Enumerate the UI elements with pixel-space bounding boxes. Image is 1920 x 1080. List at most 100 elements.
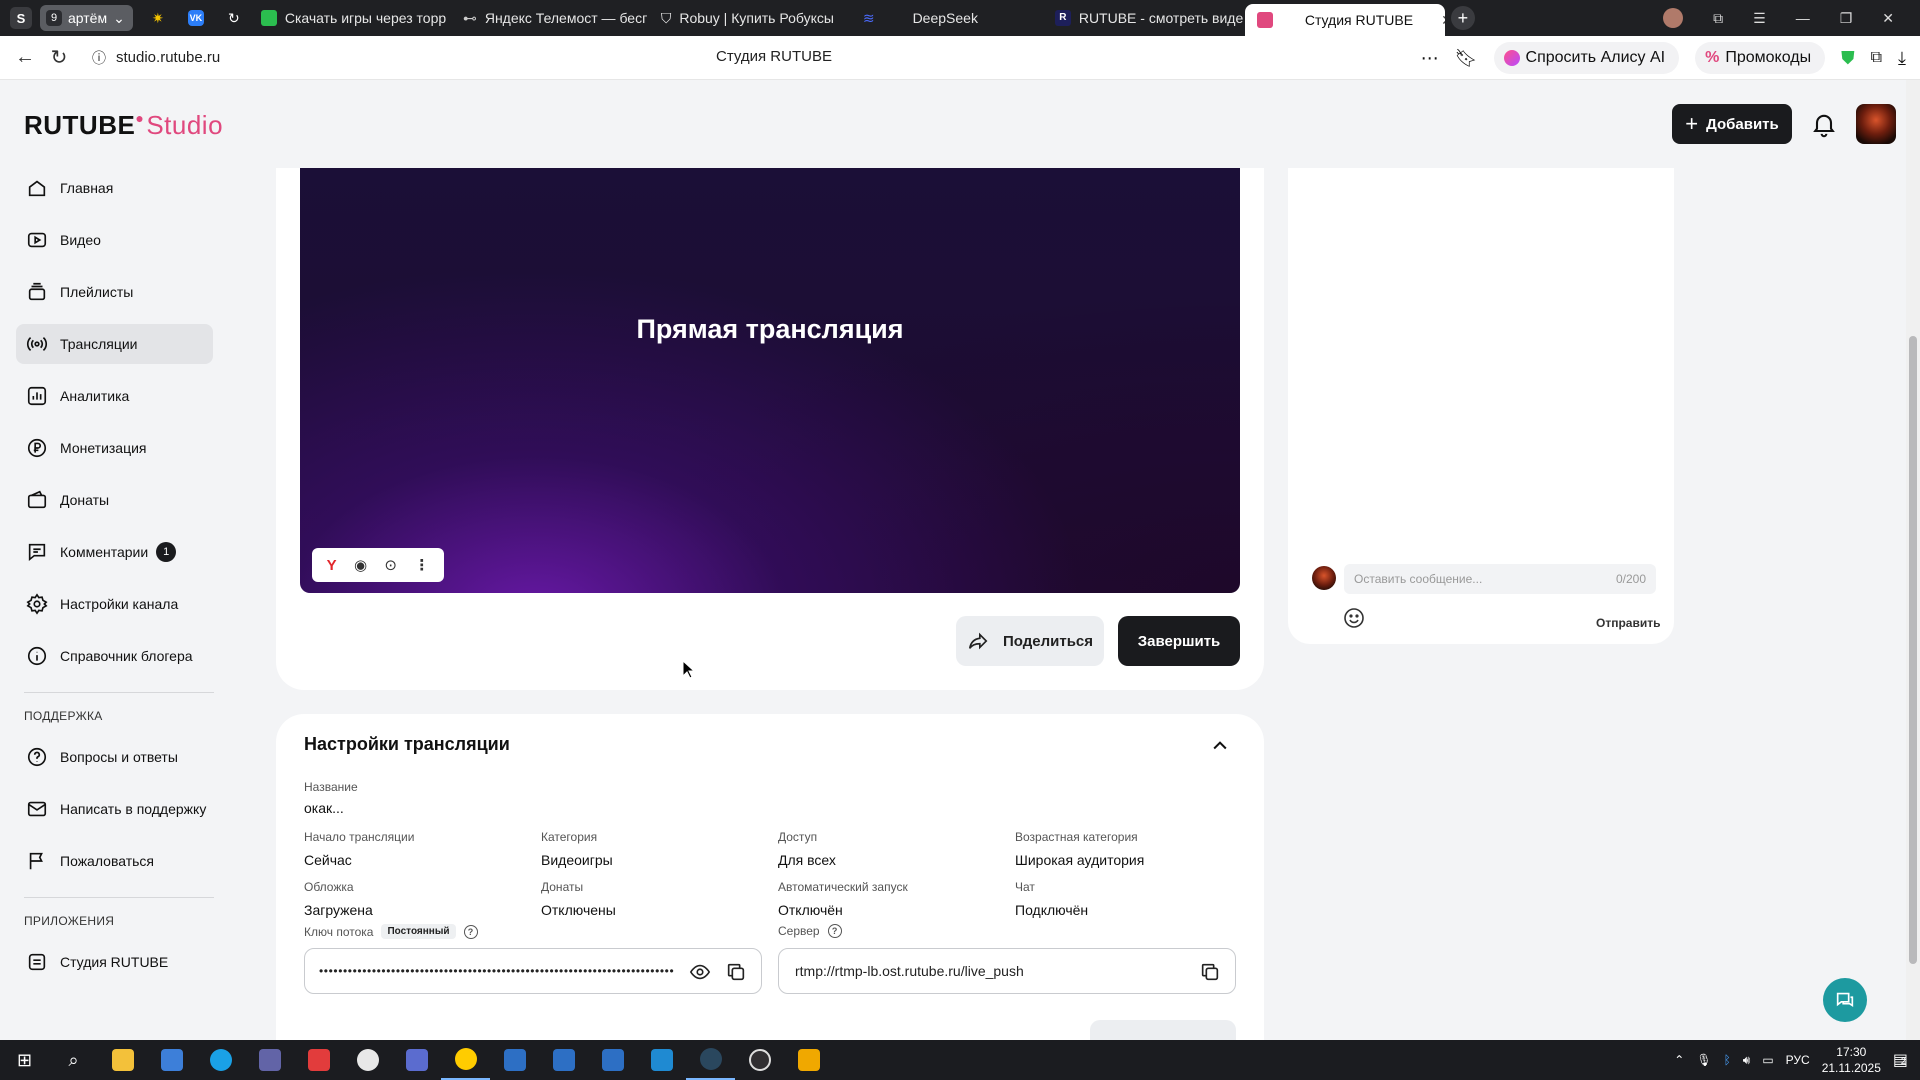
help-question-icon[interactable]: ?: [463, 924, 478, 939]
tab-robuy[interactable]: ⛉ Robuy | Купить Робуксы: [649, 3, 849, 33]
sidebar-item-playlists[interactable]: Плейлисты: [16, 272, 213, 312]
window-app-icon-2[interactable]: [539, 1040, 588, 1080]
field-label: Донаты: [541, 880, 584, 894]
microphone-icon[interactable]: 🎙︎: [1696, 1053, 1711, 1067]
copy-server-icon[interactable]: [1199, 961, 1221, 983]
chevron-up-icon[interactable]: [1210, 736, 1230, 756]
bookmark-icon[interactable]: 🔖︎: [1455, 48, 1478, 69]
user-avatar[interactable]: [1856, 104, 1896, 144]
site-info-icon[interactable]: ⓘ: [92, 48, 106, 68]
vscode-icon[interactable]: [637, 1040, 686, 1080]
sidebar-item-blogger-guide[interactable]: Справочник блогера: [16, 636, 213, 676]
skype-icon[interactable]: [196, 1040, 245, 1080]
url-field[interactable]: ⓘ studio.rutube.ru: [92, 48, 220, 68]
sidebar-item-channel-settings[interactable]: Настройки канала: [16, 584, 213, 624]
steam-icon[interactable]: [686, 1040, 735, 1080]
search-icon[interactable]: ⌕: [49, 1040, 98, 1080]
window-controls: ⧉ ☰ — ❐ ✕: [1663, 0, 1920, 36]
pinned-tab-vk-icon[interactable]: VK: [183, 5, 209, 31]
yandex-y-icon[interactable]: Y: [327, 557, 337, 574]
add-button[interactable]: + Добавить: [1672, 104, 1792, 144]
bluetooth-icon[interactable]: ᛒ: [1724, 1053, 1731, 1067]
notifications-bell-icon[interactable]: [1810, 110, 1838, 138]
reload-tab-icon[interactable]: ↻: [221, 5, 247, 31]
more-dots-icon[interactable]: ⋯: [1421, 48, 1439, 69]
restore-icon[interactable]: ❐: [1840, 10, 1853, 27]
sidebar-item-broadcasts[interactable]: Трансляции: [16, 324, 213, 364]
ask-alice-button[interactable]: Спросить Алису AI: [1493, 42, 1680, 74]
minimize-icon[interactable]: —: [1796, 10, 1810, 26]
window-app-icon[interactable]: [490, 1040, 539, 1080]
share-button[interactable]: Поделиться: [956, 616, 1104, 666]
tab-deepseek[interactable]: ≋ DeepSeek: [851, 3, 1041, 33]
bookmarks-panel-icon[interactable]: ⧉: [1713, 10, 1723, 27]
new-tab-button[interactable]: +: [1450, 6, 1475, 30]
app-store-icon[interactable]: [147, 1040, 196, 1080]
tray-chevron-up-icon[interactable]: ⌃: [1674, 1053, 1684, 1067]
emoji-icon[interactable]: [1342, 606, 1366, 630]
show-key-eye-icon[interactable]: [689, 961, 711, 983]
sidebar-item-monetization[interactable]: Монетизация: [16, 428, 213, 468]
page-scrollbar[interactable]: [1906, 80, 1920, 1040]
stream-key-field[interactable]: ••••••••••••••••••••••••••••••••••••••••…: [304, 948, 762, 994]
pinned-tab-spark-icon[interactable]: ✷: [145, 5, 171, 31]
sidebar-item-analytics[interactable]: Аналитика: [16, 376, 213, 416]
close-tab-icon[interactable]: ✕: [1441, 12, 1445, 29]
back-arrow-icon[interactable]: ←: [8, 41, 42, 75]
teams-icon[interactable]: [245, 1040, 294, 1080]
stream-video-player[interactable]: Прямая трансляция Y ◉ ⊙ ⋮: [300, 168, 1240, 593]
help-question-icon[interactable]: ?: [827, 924, 842, 938]
file-explorer-icon[interactable]: [98, 1040, 147, 1080]
network-icon[interactable]: ▭: [1762, 1053, 1773, 1067]
close-window-icon[interactable]: ✕: [1882, 10, 1894, 27]
tab-telemost[interactable]: ⊷ Яндекс Телемост — бесп: [451, 3, 647, 33]
start-windows-icon[interactable]: ⊞: [0, 1040, 49, 1080]
sidebar-item-donations[interactable]: Донаты: [16, 480, 213, 520]
sidebar-item-home[interactable]: Главная: [16, 168, 213, 208]
tab-rutube[interactable]: R RUTUBE - смотреть виде: [1043, 3, 1243, 33]
rutube-studio-logo[interactable]: RUTUBE●Studio: [24, 110, 223, 141]
stream-preview-card: Прямая трансляция Y ◉ ⊙ ⋮ Поделиться Зав…: [276, 168, 1264, 690]
download-icon[interactable]: ⤓: [1898, 48, 1906, 69]
reload-icon[interactable]: ↻: [42, 41, 76, 75]
chat-send-button[interactable]: Отправить: [1596, 616, 1660, 630]
tab-group-name: артём: [68, 10, 108, 26]
headphones-app-icon[interactable]: [343, 1040, 392, 1080]
server-url-field[interactable]: rtmp://rtmp-lb.ost.rutube.ru/live_push: [778, 948, 1236, 994]
yandex-browser-icon[interactable]: [441, 1040, 490, 1080]
browser-profile-button[interactable]: S: [10, 7, 32, 29]
protect-shield-icon[interactable]: ⛊: [1841, 48, 1855, 69]
collections-icon[interactable]: ⧉: [1871, 49, 1882, 67]
game-app-icon[interactable]: [784, 1040, 833, 1080]
language-indicator[interactable]: РУС: [1786, 1053, 1810, 1067]
finish-stream-button[interactable]: Завершить: [1118, 616, 1240, 666]
help-chat-button[interactable]: [1823, 978, 1867, 1022]
tab-studio-rutube[interactable]: Студия RUTUBE ✕: [1244, 4, 1445, 36]
more-vertical-icon[interactable]: ⋮: [414, 556, 429, 574]
eye-icon[interactable]: ◉: [354, 556, 367, 574]
sidebar-item-studio-app[interactable]: Студия RUTUBE: [16, 942, 213, 982]
media-app-icon[interactable]: [392, 1040, 441, 1080]
clock[interactable]: 17:30 21.11.2025: [1822, 1044, 1881, 1076]
sidebar-item-video[interactable]: Видео: [16, 220, 213, 260]
notifications-icon[interactable]: ▤ 2: [1893, 1050, 1908, 1070]
menu-icon[interactable]: ☰: [1753, 10, 1766, 27]
volume-icon[interactable]: 🔊︎: [1743, 1053, 1751, 1068]
tab-group[interactable]: 9 артём ⌄: [40, 5, 133, 31]
anydesk-icon[interactable]: [294, 1040, 343, 1080]
screenshot-icon[interactable]: ⊙: [384, 556, 397, 574]
promocodes-button[interactable]: % Промокоды: [1695, 42, 1826, 74]
sidebar-item-write-support[interactable]: Написать в поддержку: [16, 789, 213, 829]
sidebar-item-label: Главная: [60, 180, 114, 196]
obs-icon[interactable]: [735, 1040, 784, 1080]
sidebar-item-faq[interactable]: Вопросы и ответы: [16, 737, 213, 777]
window-app-icon-3[interactable]: [588, 1040, 637, 1080]
sidebar-item-report[interactable]: Пожаловаться: [16, 841, 213, 881]
chat-message-input[interactable]: Оставить сообщение... 0/200: [1344, 564, 1656, 594]
sidebar-item-comments[interactable]: Комментарии 1: [16, 532, 213, 572]
copy-key-icon[interactable]: [725, 961, 747, 983]
account-icon[interactable]: [1663, 8, 1684, 28]
partially-visible-button[interactable]: [1090, 1020, 1236, 1040]
scrollbar-thumb[interactable]: [1909, 336, 1917, 964]
tab-torrent[interactable]: Скачать игры через торр: [249, 3, 449, 33]
